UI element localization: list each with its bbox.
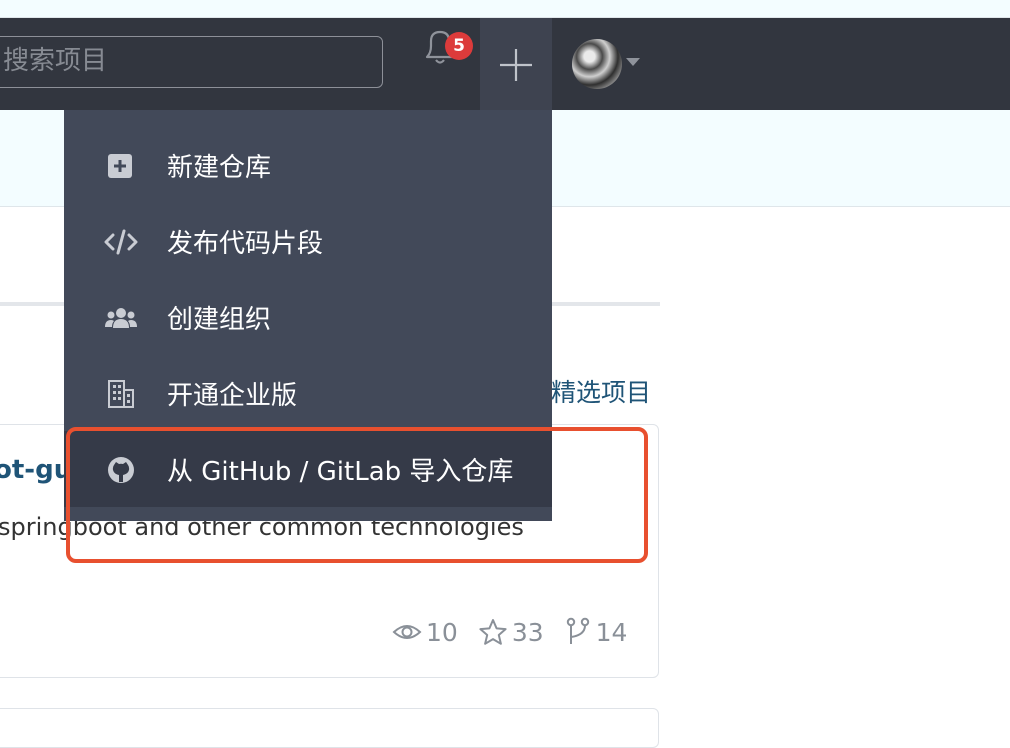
- star-icon: [479, 619, 507, 645]
- stars-stat[interactable]: 33: [478, 618, 544, 647]
- chevron-down-icon[interactable]: [626, 58, 640, 66]
- menu-item-new-org[interactable]: 创建组织: [64, 279, 552, 355]
- forks-count: 14: [595, 617, 628, 647]
- plus-square-icon: [108, 154, 132, 178]
- repo-stats: 10 33 14: [392, 614, 647, 650]
- create-button[interactable]: [480, 18, 552, 110]
- watchers-stat[interactable]: 10: [392, 618, 458, 647]
- fork-icon: [566, 617, 589, 644]
- menu-item-label: 发布代码片段: [167, 229, 324, 259]
- notification-badge: 5: [445, 32, 473, 60]
- featured-projects-link[interactable]: 精选项目: [551, 373, 651, 409]
- highlight-annotation: [66, 427, 648, 563]
- repo-card: [0, 708, 659, 748]
- avatar[interactable]: [572, 39, 622, 89]
- menu-item-new-snippet[interactable]: 发布代码片段: [64, 203, 552, 279]
- repo-title-link[interactable]: ot-gu: [0, 455, 72, 485]
- menu-item-label: 创建组织: [167, 305, 272, 335]
- top-strip: [0, 0, 1010, 18]
- forks-stat[interactable]: 14: [564, 617, 628, 647]
- menu-item-enterprise[interactable]: 开通企业版: [64, 355, 552, 431]
- plus-icon: [500, 49, 532, 81]
- building-icon: [108, 380, 134, 408]
- search-input[interactable]: 搜索项目: [0, 36, 383, 88]
- code-icon: [104, 229, 138, 255]
- eye-icon: [392, 625, 422, 639]
- stars-count: 33: [511, 617, 544, 647]
- users-icon: [105, 308, 137, 328]
- menu-item-label: 开通企业版: [167, 381, 298, 411]
- menu-item-new-repo[interactable]: 新建仓库: [64, 127, 552, 203]
- menu-item-label: 新建仓库: [167, 153, 272, 183]
- watchers-count: 10: [426, 617, 458, 647]
